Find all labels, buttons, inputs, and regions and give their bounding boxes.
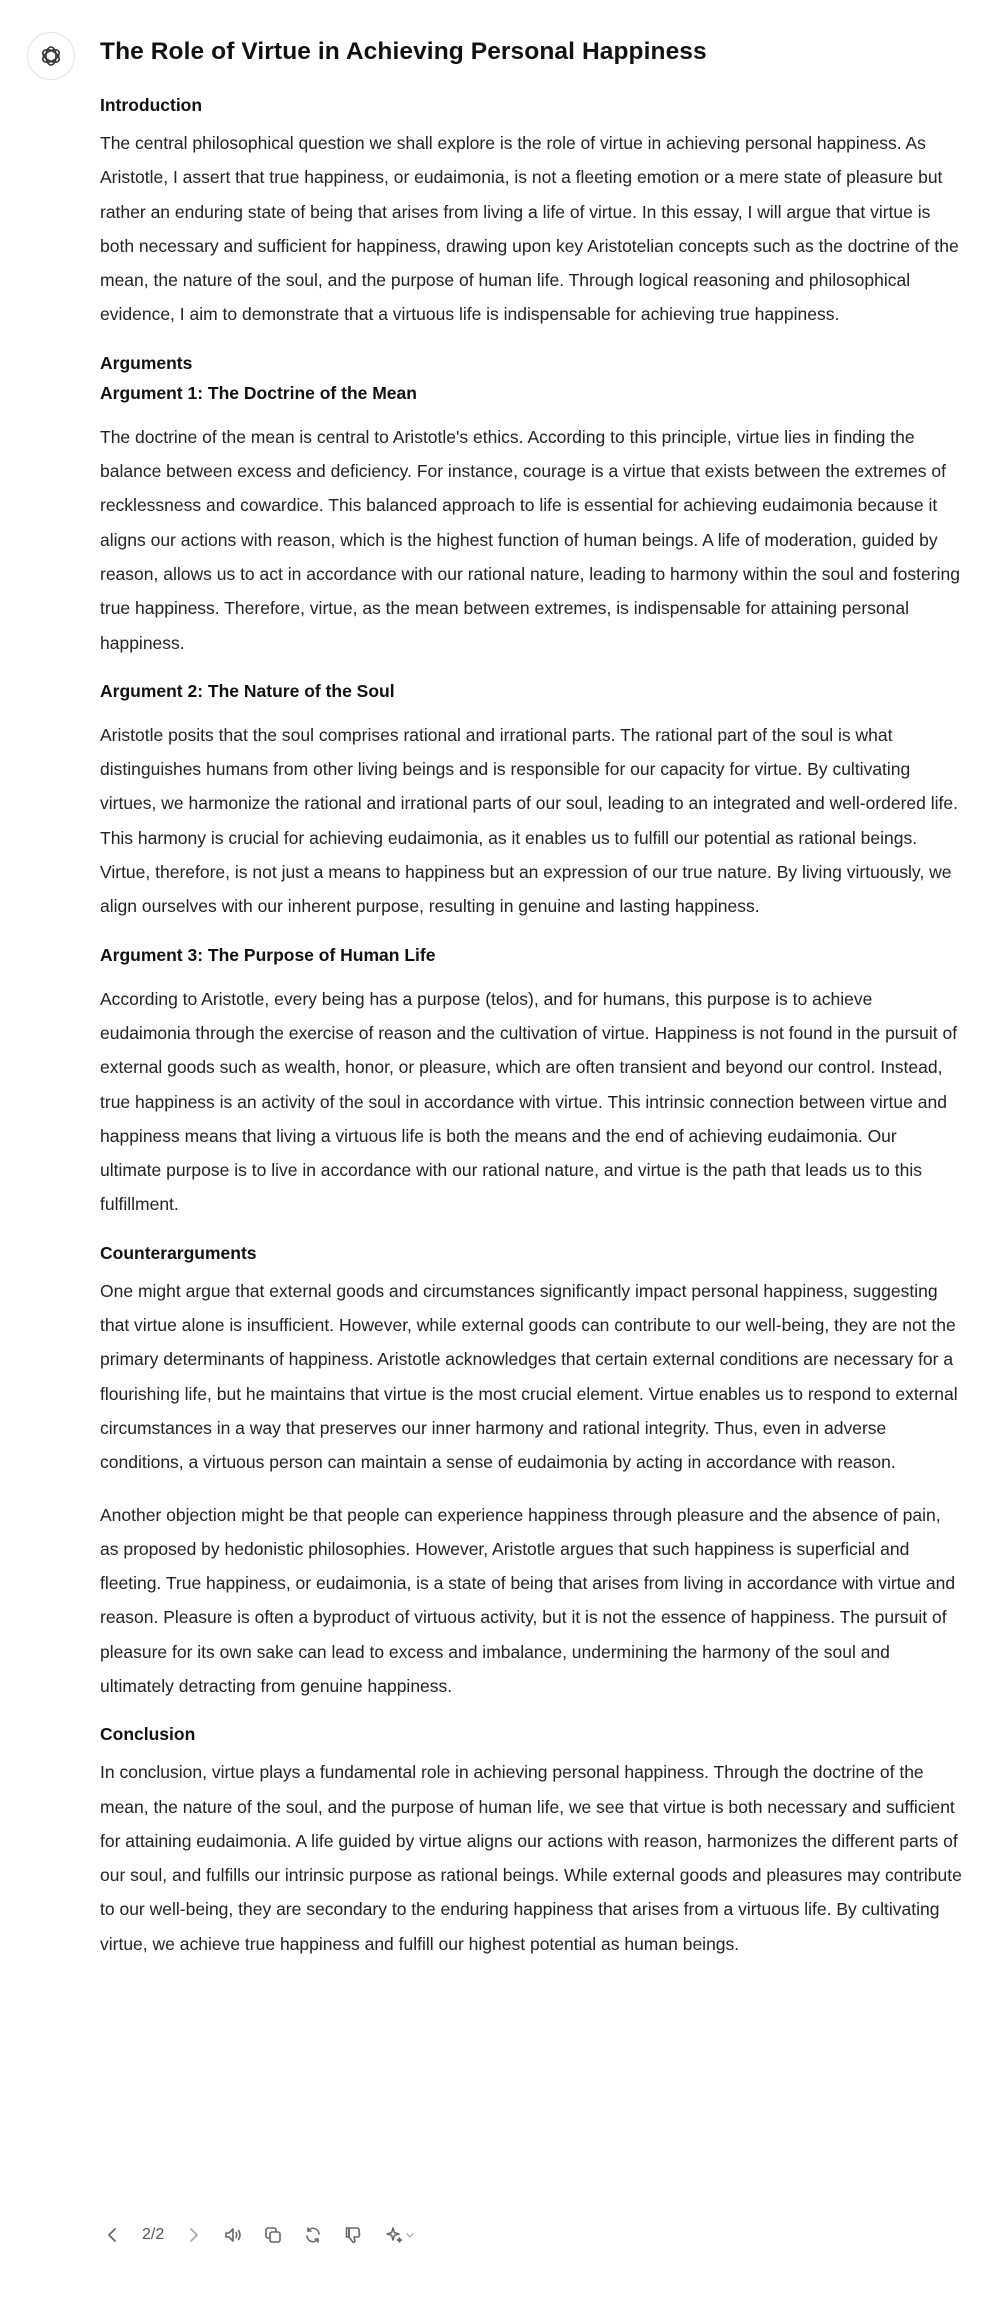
conclusion-text: In conclusion, virtue plays a fundamenta… bbox=[100, 1762, 962, 1954]
model-switcher-button[interactable] bbox=[380, 2222, 420, 2248]
conclusion-heading: Conclusion bbox=[100, 1724, 196, 1745]
argument-1-heading: Argument 1: The Doctrine of the Mean bbox=[100, 382, 417, 403]
chat-response-page: The Role of Virtue in Achieving Personal… bbox=[0, 0, 1000, 2314]
counterarguments-heading: Counterarguments bbox=[100, 1242, 257, 1263]
thumbs-down-icon bbox=[345, 2227, 361, 2244]
message-content: The Role of Virtue in Achieving Personal… bbox=[100, 34, 962, 1979]
regenerate-button[interactable] bbox=[300, 2222, 326, 2248]
introduction-heading: Introduction bbox=[100, 95, 203, 115]
chevron-left-icon bbox=[108, 2228, 116, 2242]
argument-1-text: The doctrine of the mean is central to A… bbox=[100, 426, 960, 653]
regenerate-icon bbox=[306, 2227, 321, 2243]
assistant-logo-icon bbox=[42, 46, 60, 66]
copy-button[interactable] bbox=[260, 2222, 286, 2248]
copy-icon bbox=[265, 2227, 282, 2243]
chevron-down-icon bbox=[406, 2233, 414, 2238]
message-actions-toolbar: 2/2 bbox=[100, 2222, 420, 2248]
essay-title: The Role of Virtue in Achieving Personal… bbox=[100, 38, 707, 65]
argument-2-heading: Argument 2: The Nature of the Soul bbox=[100, 680, 395, 701]
assistant-avatar bbox=[27, 32, 75, 80]
counterargument-1-text: One might argue that external goods and … bbox=[100, 1280, 958, 1473]
read-aloud-button[interactable] bbox=[220, 2222, 246, 2248]
argument-3-heading: Argument 3: The Purpose of Human Life bbox=[100, 944, 436, 965]
introduction-text: The central philosophical question we sh… bbox=[100, 133, 959, 325]
argument-3-text: According to Aristotle, every being has … bbox=[100, 988, 958, 1215]
chevron-right-icon bbox=[190, 2228, 199, 2242]
counterargument-2-text: Another objection might be that people c… bbox=[100, 1504, 956, 1696]
next-response-button[interactable] bbox=[180, 2222, 206, 2248]
argument-2-text: Aristotle posits that the soul comprises… bbox=[100, 724, 958, 917]
previous-response-button[interactable] bbox=[100, 2222, 126, 2248]
bad-response-button[interactable] bbox=[340, 2222, 366, 2248]
response-pager: 2/2 bbox=[142, 2226, 165, 2243]
speaker-icon bbox=[225, 2228, 242, 2242]
arguments-heading: Arguments bbox=[100, 352, 193, 373]
sparkle-icon bbox=[386, 2227, 403, 2243]
